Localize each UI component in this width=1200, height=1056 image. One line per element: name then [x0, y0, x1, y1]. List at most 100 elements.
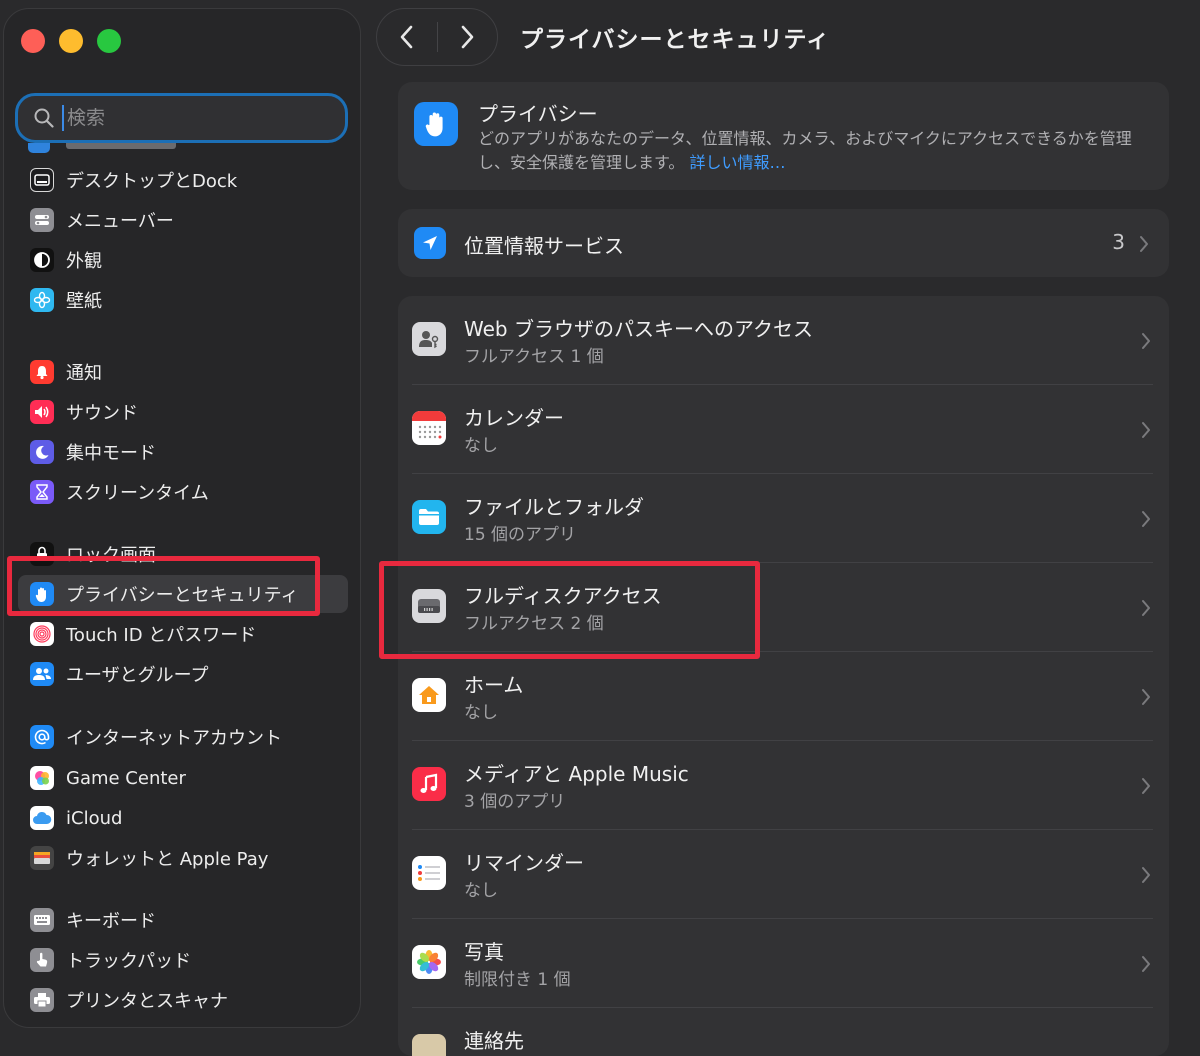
- sidebar-item-focus[interactable]: 集中モード: [18, 433, 348, 471]
- list-item-files-folders[interactable]: ファイルとフォルダ 15 個のアプリ: [412, 474, 1153, 563]
- list-item-title: Web ブラウザのパスキーへのアクセス: [464, 317, 813, 341]
- chevron-right-icon: [461, 25, 474, 49]
- forward-button[interactable]: [437, 9, 497, 65]
- learn-more-link[interactable]: 詳しい情報…: [690, 153, 786, 172]
- sidebar-item-label: サウンド: [66, 403, 138, 424]
- list-item-subtitle: なし: [464, 881, 498, 901]
- list-item-title: フルディスクアクセス: [464, 584, 662, 608]
- sidebar-item-wallet[interactable]: ウォレットと Apple Pay: [18, 839, 348, 877]
- list-item-home[interactable]: ホーム なし: [412, 652, 1153, 741]
- sidebar-item-label: キーボード: [66, 911, 156, 932]
- printer-icon: [30, 988, 54, 1012]
- navigation-buttons: [376, 8, 498, 66]
- partial-sidebar-icon: [28, 143, 50, 153]
- sidebar-item-icloud[interactable]: iCloud: [18, 799, 348, 837]
- privacy-description-text: どのアプリがあなたのデータ、位置情報、カメラ、およびマイクにアクセスできるかを管…: [478, 129, 1132, 172]
- keyboard-icon: [30, 908, 54, 932]
- sidebar-item-lock-screen[interactable]: ロック画面: [18, 535, 348, 573]
- sidebar-item-users-groups[interactable]: ユーザとグループ: [18, 655, 348, 693]
- folder-icon: [412, 500, 446, 534]
- chevron-right-icon: [1142, 778, 1150, 794]
- list-item-title: メディアと Apple Music: [464, 762, 689, 786]
- focus-moon-icon: [30, 440, 54, 464]
- location-services-count: 3: [1112, 230, 1125, 254]
- chevron-right-icon: [1142, 956, 1150, 972]
- list-item-subtitle: 制限付き 1 個: [464, 970, 571, 990]
- dock-icon: [30, 168, 54, 192]
- list-item-calendar[interactable]: カレンダー なし: [412, 385, 1153, 474]
- sidebar-item-label: Touch ID とパスワード: [66, 625, 257, 646]
- sidebar-item-sound[interactable]: サウンド: [18, 393, 348, 431]
- cloud-icon: [30, 806, 54, 830]
- list-item-title: ホーム: [464, 673, 524, 697]
- appearance-icon: [30, 248, 54, 272]
- list-item-title: リマインダー: [464, 851, 584, 875]
- menubar-icon: [30, 208, 54, 232]
- sidebar-item-label: iCloud: [66, 807, 123, 829]
- list-item-title: 連絡先: [464, 1029, 524, 1053]
- contacts-icon: [412, 1034, 446, 1056]
- sidebar-item-menubar[interactable]: メニューバー: [18, 201, 348, 239]
- chevron-right-icon: [1142, 333, 1150, 349]
- search-input[interactable]: [62, 105, 309, 131]
- sidebar: デスクトップとDock メニューバー 外観 壁紙 通知 サウンド: [3, 8, 361, 1028]
- search-icon: [34, 108, 54, 128]
- close-window-button[interactable]: [21, 29, 45, 53]
- sidebar-item-touch-id[interactable]: Touch ID とパスワード: [18, 615, 348, 653]
- lock-icon: [30, 542, 54, 566]
- window-controls: [21, 29, 121, 53]
- music-icon: [412, 767, 446, 801]
- passkey-person-icon: [412, 322, 446, 356]
- list-item-subtitle: なし: [464, 436, 498, 456]
- sidebar-item-printers[interactable]: プリンタとスキャナ: [18, 981, 348, 1019]
- sidebar-item-trackpad[interactable]: トラックパッド: [18, 941, 348, 979]
- back-button[interactable]: [377, 9, 437, 65]
- list-item-title: カレンダー: [464, 406, 564, 430]
- sidebar-item-wallpaper[interactable]: 壁紙: [18, 281, 348, 319]
- sidebar-item-label: 通知: [66, 363, 102, 384]
- reminders-icon: [412, 856, 446, 890]
- list-item-full-disk-access[interactable]: フルディスクアクセス フルアクセス 2 個: [412, 563, 1153, 652]
- at-icon: [30, 725, 54, 749]
- list-item-media-music[interactable]: メディアと Apple Music 3 個のアプリ: [412, 741, 1153, 830]
- fingerprint-icon: [30, 622, 54, 646]
- location-arrow-icon: [414, 227, 446, 259]
- sidebar-item-notifications[interactable]: 通知: [18, 353, 348, 391]
- sidebar-item-screen-time[interactable]: スクリーンタイム: [18, 473, 348, 511]
- sidebar-item-desktop-dock[interactable]: デスクトップとDock: [18, 161, 348, 199]
- minimize-window-button[interactable]: [59, 29, 83, 53]
- search-box[interactable]: [15, 93, 348, 143]
- chevron-left-icon: [400, 25, 413, 49]
- list-item-contacts[interactable]: 連絡先: [412, 1008, 1153, 1056]
- chevron-right-icon: [1140, 236, 1148, 252]
- list-item-subtitle: 15 個のアプリ: [464, 525, 577, 545]
- list-item-title: 写真: [464, 940, 504, 964]
- location-services-label: 位置情報サービス: [464, 234, 624, 258]
- wallet-icon: [30, 846, 54, 870]
- sidebar-item-appearance[interactable]: 外観: [18, 241, 348, 279]
- game-center-icon: [30, 766, 54, 790]
- privacy-title: プライバシー: [478, 102, 598, 126]
- sidebar-item-label: ロック画面: [66, 545, 156, 566]
- location-services-row[interactable]: 位置情報サービス 3: [398, 209, 1169, 277]
- list-item-passkeys[interactable]: Web ブラウザのパスキーへのアクセス フルアクセス 1 個: [412, 296, 1153, 385]
- sidebar-item-label: Game Center: [66, 767, 186, 789]
- users-icon: [30, 662, 54, 686]
- partial-sidebar-label: [66, 143, 176, 149]
- notification-icon: [30, 360, 54, 384]
- sidebar-item-internet-accounts[interactable]: インターネットアカウント: [18, 718, 348, 756]
- privacy-description: どのアプリがあなたのデータ、位置情報、カメラ、およびマイクにアクセスできるかを管…: [478, 127, 1158, 175]
- list-item-photos[interactable]: 写真 制限付き 1 個: [412, 919, 1153, 1008]
- list-item-reminders[interactable]: リマインダー なし: [412, 830, 1153, 919]
- page-title: プライバシーとセキュリティ: [520, 27, 831, 53]
- sound-icon: [30, 400, 54, 424]
- sidebar-item-keyboard[interactable]: キーボード: [18, 901, 348, 939]
- privacy-header-card: プライバシー どのアプリがあなたのデータ、位置情報、カメラ、およびマイクにアクセ…: [398, 82, 1169, 190]
- sidebar-item-label: スクリーンタイム: [66, 483, 209, 504]
- sidebar-item-game-center[interactable]: Game Center: [18, 759, 348, 797]
- sidebar-item-label: トラックパッド: [66, 951, 192, 972]
- zoom-window-button[interactable]: [97, 29, 121, 53]
- sidebar-item-privacy-security[interactable]: プライバシーとセキュリティ: [18, 575, 348, 613]
- sidebar-item-label: ウォレットと Apple Pay: [66, 849, 269, 870]
- list-item-subtitle: フルアクセス 2 個: [464, 614, 604, 634]
